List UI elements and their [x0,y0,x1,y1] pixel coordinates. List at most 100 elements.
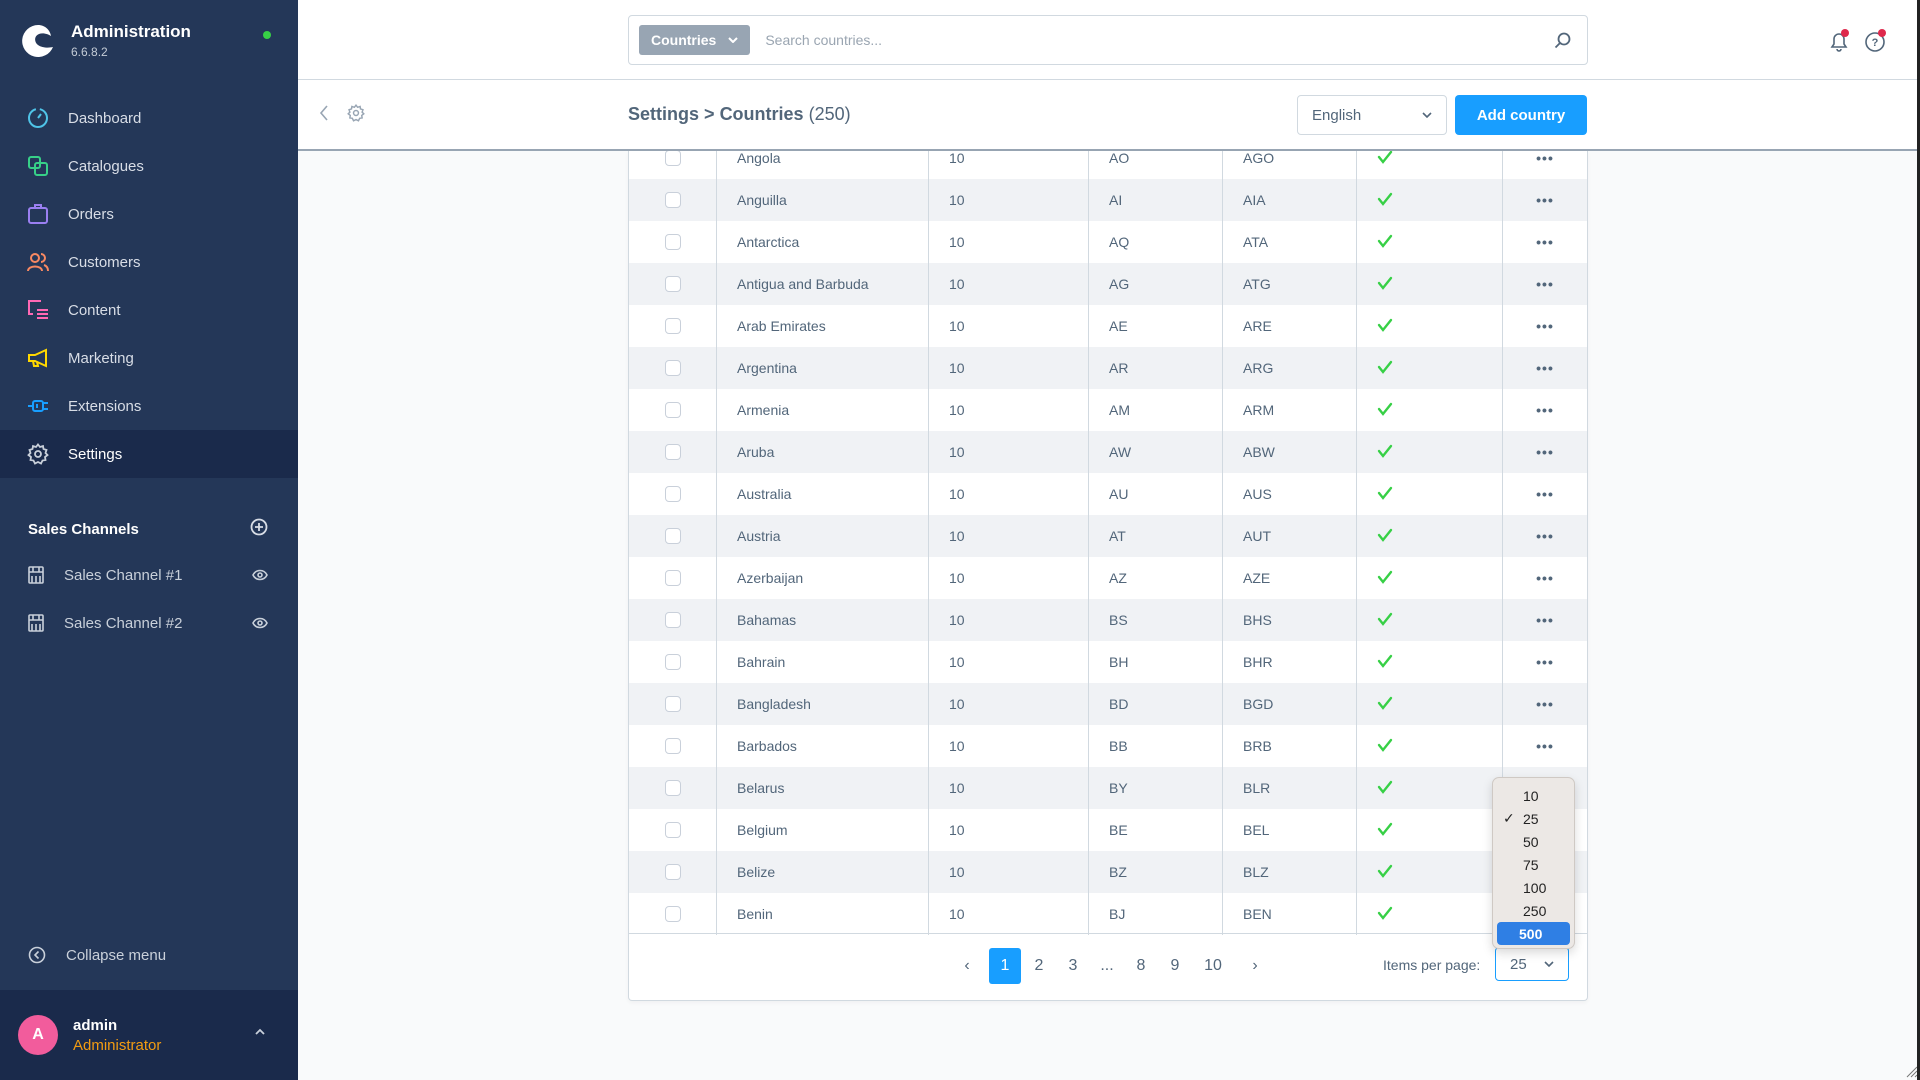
name-cell[interactable]: Arab Emirates [717,305,929,347]
country-name[interactable]: Bahrain [737,654,785,670]
nav-item-marketing[interactable]: Marketing [0,334,298,382]
dropdown-option[interactable]: 250 [1497,899,1570,922]
dropdown-option[interactable]: 10 [1497,784,1570,807]
country-name[interactable]: Austria [737,528,781,544]
name-cell[interactable]: Antigua and Barbuda [717,263,929,305]
country-name[interactable]: Azerbaijan [737,570,803,586]
table-row[interactable]: Antigua and Barbuda 10 AG ATG ••• [629,263,1587,305]
name-cell[interactable]: Armenia [717,389,929,431]
nav-item-settings[interactable]: Settings [0,430,298,478]
more-actions-icon[interactable]: ••• [1536,361,1554,375]
name-cell[interactable]: Aruba [717,431,929,473]
nav-item-dashboard[interactable]: Dashboard [0,94,298,142]
table-row[interactable]: Armenia 10 AM ARM ••• [629,389,1587,431]
name-cell[interactable]: Bahamas [717,599,929,641]
table-row[interactable]: Australia 10 AU AUS ••• [629,473,1587,515]
row-checkbox[interactable] [664,696,681,712]
table-row[interactable]: Barbados 10 BB BRB ••• [629,725,1587,767]
row-checkbox[interactable] [664,822,681,838]
country-name[interactable]: Argentina [737,360,797,376]
table-row[interactable]: Belgium10BEBEL••• [629,809,1587,851]
table-row[interactable]: Benin10BJBEN••• [629,893,1587,935]
table-row[interactable]: Azerbaijan 10 AZ AZE ••• [629,557,1587,599]
name-cell[interactable]: Bangladesh [717,683,929,725]
nav-item-extensions[interactable]: Extensions [0,382,298,430]
country-name[interactable]: Antigua and Barbuda [737,276,869,292]
more-actions-icon[interactable]: ••• [1536,151,1554,165]
sales-channel-item[interactable]: Sales Channel #1 [28,560,268,590]
search-icon[interactable] [1554,32,1571,49]
name-cell[interactable]: Antarctica [717,221,929,263]
more-actions-icon[interactable]: ••• [1536,739,1554,753]
more-actions-icon[interactable]: ••• [1536,235,1554,249]
next-page-button[interactable]: › [1235,948,1275,984]
table-row[interactable]: Aruba 10 AW ABW ••• [629,431,1587,473]
row-checkbox[interactable] [664,738,681,754]
name-cell[interactable]: Australia [717,473,929,515]
page-button[interactable]: 8 [1125,948,1157,984]
user-menu[interactable]: A admin Administrator [0,990,298,1080]
row-checkbox[interactable] [664,654,681,670]
page-button[interactable]: 1 [989,948,1021,984]
notifications-bell-icon[interactable] [1828,29,1850,52]
more-actions-icon[interactable]: ••• [1536,319,1554,333]
items-per-page-select[interactable]: 25 [1495,947,1569,981]
country-name[interactable]: Bangladesh [737,696,811,712]
name-cell[interactable]: Azerbaijan [717,557,929,599]
country-name[interactable]: Arab Emirates [737,318,826,334]
add-country-button[interactable]: Add country [1455,95,1587,135]
back-arrow-icon[interactable] [318,104,330,122]
row-checkbox[interactable] [664,234,681,250]
prev-page-button[interactable]: ‹ [947,948,987,984]
more-actions-icon[interactable]: ••• [1536,697,1554,711]
nav-item-orders[interactable]: Orders [0,190,298,238]
row-checkbox[interactable] [664,906,681,922]
dropdown-option[interactable]: 50 [1497,830,1570,853]
chevron-up-icon[interactable] [254,1028,266,1036]
page-button[interactable]: 3 [1057,948,1089,984]
name-cell[interactable]: Barbados [717,725,929,767]
sales-channel-item[interactable]: Sales Channel #2 [28,608,268,638]
name-cell[interactable]: Bahrain [717,641,929,683]
country-name[interactable]: Belize [737,864,775,880]
table-row[interactable]: Bahamas 10 BS BHS ••• [629,599,1587,641]
country-name[interactable]: Armenia [737,402,789,418]
dropdown-option[interactable]: 75 [1497,853,1570,876]
resize-grip-icon[interactable] [1904,1064,1918,1078]
page-button[interactable]: 10 [1193,948,1233,984]
table-row[interactable]: Bangladesh 10 BD BGD ••• [629,683,1587,725]
page-button[interactable]: 2 [1023,948,1055,984]
row-checkbox[interactable] [664,444,681,460]
dropdown-option[interactable]: 100 [1497,876,1570,899]
table-row[interactable]: Arab Emirates 10 AE ARE ••• [629,305,1587,347]
add-sales-channel-icon[interactable] [250,518,268,541]
row-checkbox[interactable] [664,276,681,292]
row-checkbox[interactable] [664,318,681,334]
table-row[interactable]: Belarus10BYBLR••• [629,767,1587,809]
dropdown-option[interactable]: ✓ 25 [1497,807,1570,830]
search-type-selector[interactable]: Countries [639,25,751,55]
name-cell[interactable]: Austria [717,515,929,557]
table-row[interactable]: Antarctica 10 AQ ATA ••• [629,221,1587,263]
country-name[interactable]: Angola [737,151,781,166]
country-name[interactable]: Barbados [737,738,797,754]
country-name[interactable]: Bahamas [737,612,796,628]
name-cell[interactable]: Angola [717,151,929,179]
table-row[interactable]: Austria 10 AT AUT ••• [629,515,1587,557]
table-row[interactable]: Argentina 10 AR ARG ••• [629,347,1587,389]
breadcrumb-parent[interactable]: Settings [628,104,699,124]
name-cell[interactable]: Argentina [717,347,929,389]
name-cell[interactable]: Benin [717,893,929,935]
brand[interactable]: Administration 6.6.8.2 [20,22,191,59]
row-checkbox[interactable] [664,864,681,880]
eye-icon[interactable] [252,569,268,581]
table-row[interactable]: Bahrain 10 BH BHR ••• [629,641,1587,683]
more-actions-icon[interactable]: ••• [1536,277,1554,291]
country-name[interactable]: Australia [737,486,791,502]
nav-item-content[interactable]: Content [0,286,298,334]
more-actions-icon[interactable]: ••• [1536,529,1554,543]
dropdown-option[interactable]: 500 [1497,922,1570,945]
more-actions-icon[interactable]: ••• [1536,571,1554,585]
name-cell[interactable]: Anguilla [717,179,929,221]
row-checkbox[interactable] [664,570,681,586]
